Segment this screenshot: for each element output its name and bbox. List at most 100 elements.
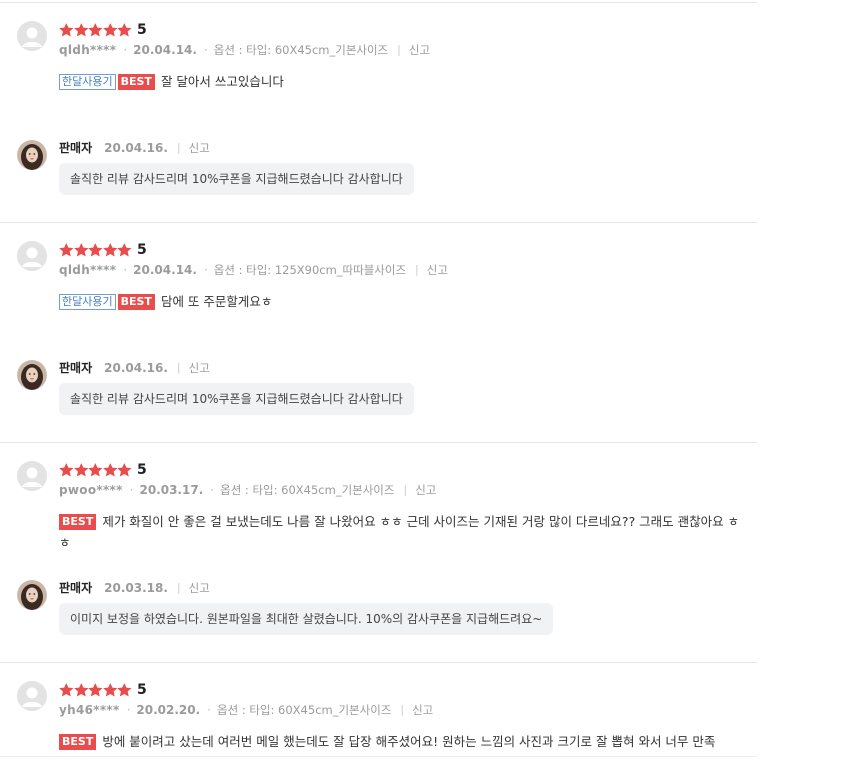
reviewer-id: qldh**** xyxy=(59,263,117,277)
star-icon xyxy=(73,683,89,697)
review-meta: qldh**** · 20.04.14. · 옵션 : 타입: 125X90cm… xyxy=(59,262,448,278)
separator-bar: | xyxy=(176,141,181,154)
review-list: 5 qldh**** · 20.04.14. · 옵션 : 타입: 60X45c… xyxy=(0,0,757,764)
divider xyxy=(0,222,757,223)
separator-bar: | xyxy=(176,581,181,594)
reply-bubble: 솔직한 리뷰 감사드리며 10%쿠폰을 지급해드렸습니다 감사합니다 xyxy=(59,383,414,415)
separator-dot: · xyxy=(123,43,128,57)
separator-dot: · xyxy=(126,703,131,717)
review-date: 20.02.20. xyxy=(136,703,201,717)
divider xyxy=(0,442,757,443)
star-icon xyxy=(117,243,132,257)
review-meta: yh46**** · 20.02.20. · 옵션 : 타입: 60X45cm_… xyxy=(59,702,433,718)
month-use-tag: 한달사용기 xyxy=(59,74,116,90)
review-meta: qldh**** · 20.04.14. · 옵션 : 타입: 60X45cm_… xyxy=(59,42,430,58)
seller-avatar xyxy=(17,360,47,390)
rating-score: 5 xyxy=(136,22,147,38)
reply-bubble: 이미지 보정을 하였습니다. 원본파일을 최대한 살렸습니다. 10%의 감사쿠… xyxy=(59,603,554,635)
rating-score: 5 xyxy=(136,242,147,258)
purchase-option: 옵션 : 타입: 60X45cm_기본사이즈 xyxy=(220,483,395,497)
star-icon xyxy=(102,683,118,697)
star-icon xyxy=(117,683,132,697)
divider xyxy=(0,2,757,3)
purchase-option: 옵션 : 타입: 60X45cm_기본사이즈 xyxy=(217,703,392,717)
separator-bar: | xyxy=(397,43,401,56)
star-rating: 5 xyxy=(59,681,147,699)
purchase-option: 옵션 : 타입: 60X45cm_기본사이즈 xyxy=(213,43,389,57)
star-icon xyxy=(117,463,132,477)
separator-dot: · xyxy=(129,483,134,497)
reviewer-id: yh46**** xyxy=(59,703,120,717)
seller-label: 판매자 xyxy=(59,361,93,375)
review-text: 제가 화질이 안 좋은 걸 보냈는데도 나름 잘 나왔어요 ㅎㅎ 근데 사이즈는… xyxy=(59,514,740,550)
report-link[interactable]: 신고 xyxy=(189,140,210,156)
star-icon xyxy=(88,243,103,257)
review-text: 잘 달아서 쓰고있습니다 xyxy=(160,74,284,89)
star-icon xyxy=(59,683,74,697)
reviewer-id: qldh**** xyxy=(59,43,117,57)
reply-bubble: 솔직한 리뷰 감사드리며 10%쿠폰을 지급해드렸습니다 감사합니다 xyxy=(59,163,414,195)
seller-avatar xyxy=(17,580,47,610)
star-rating: 5 xyxy=(59,461,147,479)
separator-bar: | xyxy=(415,263,419,276)
month-use-tag: 한달사용기 xyxy=(59,294,116,310)
separator-bar: | xyxy=(176,361,181,374)
seller-reply-meta: 판매자 20.04.16. | 신고 xyxy=(59,360,210,376)
divider xyxy=(0,662,757,663)
star-icon xyxy=(88,683,103,697)
reply-date: 20.03.18. xyxy=(104,581,168,595)
rating-score: 5 xyxy=(136,682,147,698)
star-icon xyxy=(117,23,132,37)
report-link[interactable]: 신고 xyxy=(415,482,436,498)
star-icon xyxy=(59,23,74,37)
default-avatar-icon xyxy=(17,241,47,271)
separator-dot: · xyxy=(203,43,208,57)
review-content: BEST 제가 화질이 안 좋은 걸 보냈는데도 나름 잘 나왔어요 ㅎㅎ 근데 … xyxy=(59,511,749,553)
star-rating: 5 xyxy=(59,21,147,39)
seller-label: 판매자 xyxy=(59,581,93,595)
rating-score: 5 xyxy=(136,462,147,478)
report-link[interactable]: 신고 xyxy=(412,702,433,718)
star-icon xyxy=(102,243,118,257)
star-icon xyxy=(88,23,103,37)
report-link[interactable]: 신고 xyxy=(427,262,448,278)
review-text: 방에 붙이려고 샀는데 여러번 메일 했는데도 잘 답장 해주셨어요! 원하는 … xyxy=(102,734,716,749)
review-content: 한달사용기 BEST 잘 달아서 쓰고있습니다 xyxy=(59,71,749,92)
seller-reply-meta: 판매자 20.03.18. | 신고 xyxy=(59,580,210,596)
report-link[interactable]: 신고 xyxy=(189,360,210,376)
review-date: 20.04.14. xyxy=(133,263,197,277)
star-rating: 5 xyxy=(59,241,147,259)
star-icon xyxy=(73,243,89,257)
default-avatar-icon xyxy=(17,461,47,491)
separator-bar: | xyxy=(400,703,405,716)
divider xyxy=(0,756,757,757)
seller-avatar xyxy=(17,140,47,170)
separator-dot: · xyxy=(123,263,128,277)
review-meta: pwoo**** · 20.03.17. · 옵션 : 타입: 60X45cm_… xyxy=(59,482,436,498)
star-icon xyxy=(102,23,118,37)
best-badge: BEST xyxy=(117,74,155,90)
reviewer-id: pwoo**** xyxy=(59,483,123,497)
review-content: 한달사용기 BEST 담에 또 주문할게요ㅎ xyxy=(59,291,749,312)
separator-dot: · xyxy=(210,483,215,497)
report-link[interactable]: 신고 xyxy=(189,580,210,596)
star-icon xyxy=(59,463,74,477)
star-icon xyxy=(102,463,118,477)
star-icon xyxy=(73,463,89,477)
best-badge: BEST xyxy=(59,514,97,530)
seller-label: 판매자 xyxy=(59,141,93,155)
star-icon xyxy=(73,23,89,37)
review-date: 20.04.14. xyxy=(133,43,197,57)
default-avatar-icon xyxy=(17,681,47,711)
default-avatar-icon xyxy=(17,21,47,51)
review-content: BEST 방에 붙이려고 샀는데 여러번 메일 했는데도 잘 답장 해주셨어요! … xyxy=(59,731,749,752)
best-badge: BEST xyxy=(117,294,155,310)
purchase-option: 옵션 : 타입: 125X90cm_따따블사이즈 xyxy=(213,263,407,277)
best-badge: BEST xyxy=(59,734,97,750)
reply-date: 20.04.16. xyxy=(104,141,168,155)
separator-bar: | xyxy=(403,483,408,496)
separator-dot: · xyxy=(203,263,208,277)
seller-reply-meta: 판매자 20.04.16. | 신고 xyxy=(59,140,210,156)
report-link[interactable]: 신고 xyxy=(409,42,430,58)
star-icon xyxy=(59,243,74,257)
